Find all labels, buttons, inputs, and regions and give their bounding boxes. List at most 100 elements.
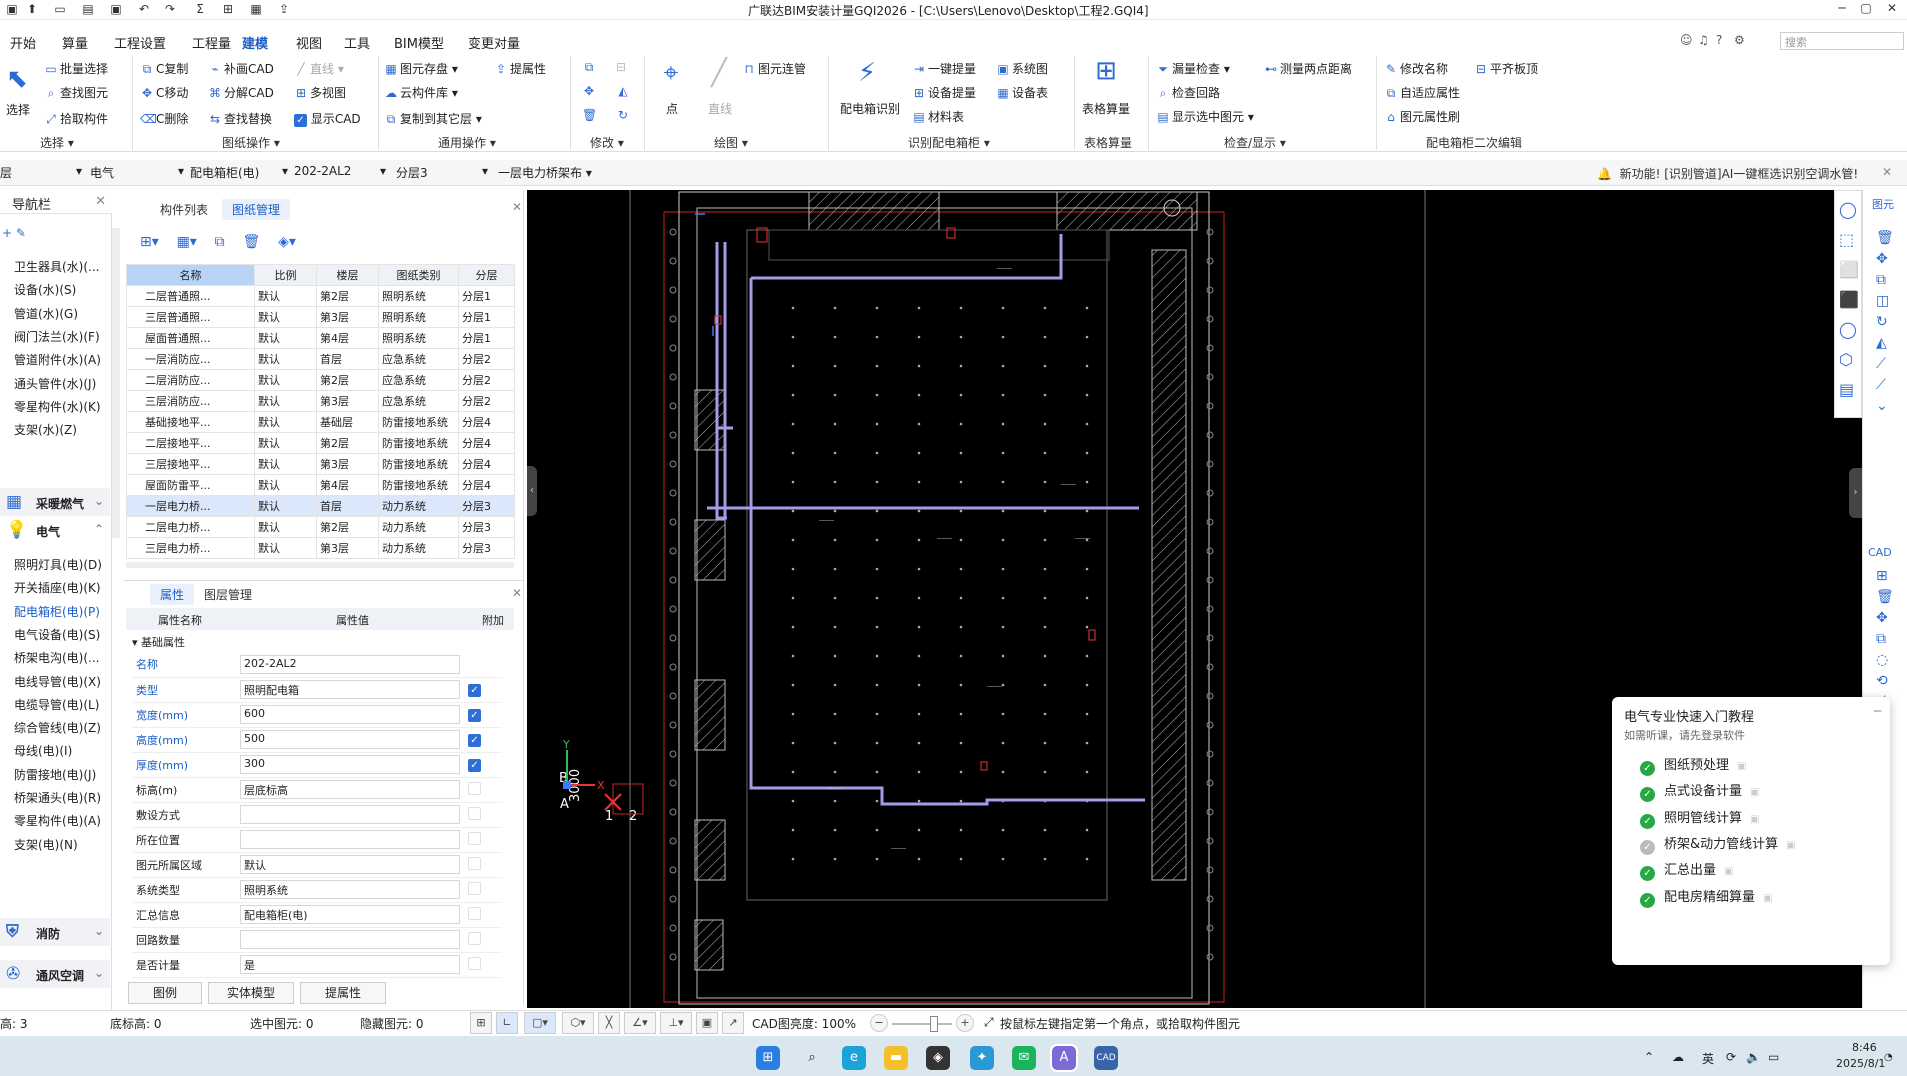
prop-value-cell[interactable]: 300	[236, 752, 464, 778]
move-button[interactable]: ✥ C移动	[140, 84, 188, 101]
checkbox-icon[interactable]	[468, 906, 481, 920]
delete-drawing-icon[interactable]: 🗑	[242, 234, 260, 250]
prop-row[interactable]: 高度(mm) 500 ✓	[132, 727, 502, 753]
prop-extra-cell[interactable]: ✓	[464, 752, 502, 778]
point-icon[interactable]: ⌖	[656, 58, 686, 89]
prop-extra-cell[interactable]	[464, 952, 502, 978]
prop-value[interactable]: 600	[240, 705, 460, 724]
checkbox-icon[interactable]	[468, 781, 481, 795]
tutorial-item[interactable]: ✓ 照明管线计算 ▣	[1640, 807, 1759, 829]
table-row[interactable]: 屋面防雷平... 默认 第4层 防雷接地系统 分层4	[126, 474, 515, 496]
select-box-icon[interactable]: ▢▾	[524, 1012, 556, 1034]
redo-icon[interactable]: ↷	[162, 2, 178, 16]
right-tool-icon[interactable]: ⟲	[1876, 673, 1888, 689]
modify-rotate-icon[interactable]: ↻	[616, 108, 632, 122]
checkbox-icon[interactable]	[468, 806, 481, 820]
brush-attr-button[interactable]: ⌂ 图元属性刷	[1384, 108, 1460, 125]
prop-row[interactable]: 标高(m) 层底标高	[132, 777, 502, 803]
nav-item-electric[interactable]: 综合管线(电)(Z)	[14, 719, 101, 736]
prop-value-cell[interactable]: 照明系统	[236, 877, 464, 903]
checkbox-icon[interactable]	[468, 881, 481, 895]
tutorial-minimize-icon[interactable]: ─	[1874, 704, 1881, 718]
maximize-button[interactable]: ▢	[1856, 1, 1876, 15]
legend-button[interactable]: 图例	[128, 982, 202, 1004]
modify-delete-icon[interactable]: 🗑	[582, 108, 598, 122]
add-drawing-icon[interactable]: ⊞▾	[140, 234, 159, 250]
tray-cloud-icon[interactable]: ☁	[1672, 1050, 1684, 1064]
menu-bim-model[interactable]: BIM模型	[394, 33, 444, 52]
right-tool-icon[interactable]: 🗑	[1876, 589, 1894, 605]
view-cube-icon[interactable]: ◯	[1839, 200, 1857, 219]
batch-select-button[interactable]: ▭ 批量选择	[44, 60, 108, 77]
prop-value-cell[interactable]	[236, 827, 464, 853]
prop-value[interactable]: 层底标高	[240, 780, 460, 799]
brightness-slider-handle[interactable]	[930, 1016, 938, 1032]
modify-lock-icon[interactable]: ⊟	[616, 60, 626, 74]
prop-extra-cell[interactable]: ✓	[464, 677, 502, 703]
undo-icon[interactable]: ↶	[136, 2, 152, 16]
table-row[interactable]: 三层电力桥... 默认 第3层 动力系统 分层3	[126, 537, 515, 559]
select-button[interactable]: 选择	[6, 101, 30, 118]
prop-value[interactable]: 300	[240, 755, 460, 774]
prop-value-cell[interactable]	[236, 927, 464, 953]
cad-app-icon[interactable]: CAD	[1094, 1046, 1118, 1070]
prop-value-cell[interactable]: 600	[236, 702, 464, 728]
system-diag-button[interactable]: ▣ 系统图	[996, 60, 1048, 77]
tray-battery-icon[interactable]: ▭	[1768, 1050, 1779, 1064]
prop-extra-cell[interactable]	[464, 927, 502, 953]
dist-recog-button[interactable]: 配电箱识别	[840, 100, 900, 117]
pick-component-button[interactable]: ⤢ 拾取构件	[44, 110, 108, 127]
prop-row[interactable]: 系统类型 照明系统	[132, 877, 502, 903]
right-tool-icon[interactable]: ✥	[1876, 610, 1888, 626]
search-input[interactable]: 搜索	[1780, 32, 1904, 50]
nav-new-icon[interactable]: + ✎	[2, 226, 26, 240]
prop-value[interactable]	[240, 930, 460, 949]
right-tool-icon[interactable]: ◌	[1876, 652, 1888, 668]
col-header[interactable]: 图纸类别	[378, 264, 459, 286]
save-element-button[interactable]: ▦ 图元存盘 ▾	[384, 60, 458, 77]
ime-indicator[interactable]: 英	[1702, 1050, 1714, 1067]
minimize-button[interactable]: ─	[1832, 1, 1852, 15]
split-cad-button[interactable]: ⌘ 分解CAD	[208, 84, 274, 101]
brightness-minus-button[interactable]: −	[870, 1014, 888, 1032]
checkbox-checked-icon[interactable]: ✓	[468, 758, 481, 772]
nav-category-hvac[interactable]: ✇ 通风空调 ⌄	[0, 960, 110, 988]
menu-tools[interactable]: 工具	[344, 33, 370, 52]
nav-category-fire[interactable]: ⛨ 消防 ⌄	[0, 918, 110, 946]
right-tool-icon[interactable]: ◭	[1876, 335, 1887, 351]
nav-item-electric[interactable]: 桥架通头(电)(R)	[14, 789, 101, 806]
prop-row[interactable]: 类型 照明配电箱 ✓	[132, 677, 502, 703]
col-header[interactable]: 楼层	[316, 264, 379, 286]
help-icon[interactable]: ?	[1716, 33, 1722, 47]
nav-scrollbar[interactable]	[112, 228, 120, 538]
right-tool-icon[interactable]: ⟋	[1876, 356, 1886, 372]
tray-speaker-icon[interactable]: 🔈	[1746, 1050, 1761, 1064]
ortho-icon[interactable]: ∟	[496, 1012, 518, 1034]
right-tool-icon[interactable]: ⧉	[1876, 272, 1886, 288]
table-calc-icon[interactable]: ⊞	[1090, 56, 1122, 86]
right-tool-icon[interactable]: ⊞	[1876, 568, 1888, 584]
collapse-right-handle[interactable]: ›	[1849, 468, 1862, 518]
prop-value[interactable]: 默认	[240, 855, 460, 874]
nav-item-water[interactable]: 卫生器具(水)(...	[14, 258, 100, 275]
prop-value[interactable]: 照明系统	[240, 880, 460, 899]
panel-close-icon[interactable]: ✕	[512, 200, 522, 214]
checkbox-icon[interactable]	[468, 831, 481, 845]
nav-item-electric[interactable]: 配电箱柜(电)(P)	[14, 603, 100, 620]
windows-start-icon[interactable]: ⊞	[756, 1046, 780, 1070]
prop-row[interactable]: 回路数量	[132, 927, 502, 953]
prop-extra-cell[interactable]	[464, 827, 502, 853]
nav-item-water[interactable]: 阀门法兰(水)(F)	[14, 328, 100, 345]
equip-extract-button[interactable]: ⊞ 设备提量	[912, 84, 976, 101]
new-file-icon[interactable]: ⬆	[24, 2, 40, 16]
prop-value-cell[interactable]: 500	[236, 727, 464, 753]
nav-category-heating[interactable]: ▦ 采暖燃气 ⌄	[0, 488, 110, 516]
screen-icon[interactable]: ▣	[696, 1012, 718, 1034]
prop-row[interactable]: 厚度(mm) 300 ✓	[132, 752, 502, 778]
material-button[interactable]: ▤ 材料表	[912, 108, 964, 125]
save-icon[interactable]: ▣	[108, 2, 124, 16]
headset-icon[interactable]: ♫	[1698, 33, 1709, 47]
nav-item-electric[interactable]: 防雷接地(电)(J)	[14, 766, 96, 783]
tutorial-item[interactable]: ✓ 桥架&动力管线计算 ▣	[1640, 833, 1796, 855]
table-row[interactable]: 二层消防应... 默认 第2层 应急系统 分层2	[126, 369, 515, 391]
